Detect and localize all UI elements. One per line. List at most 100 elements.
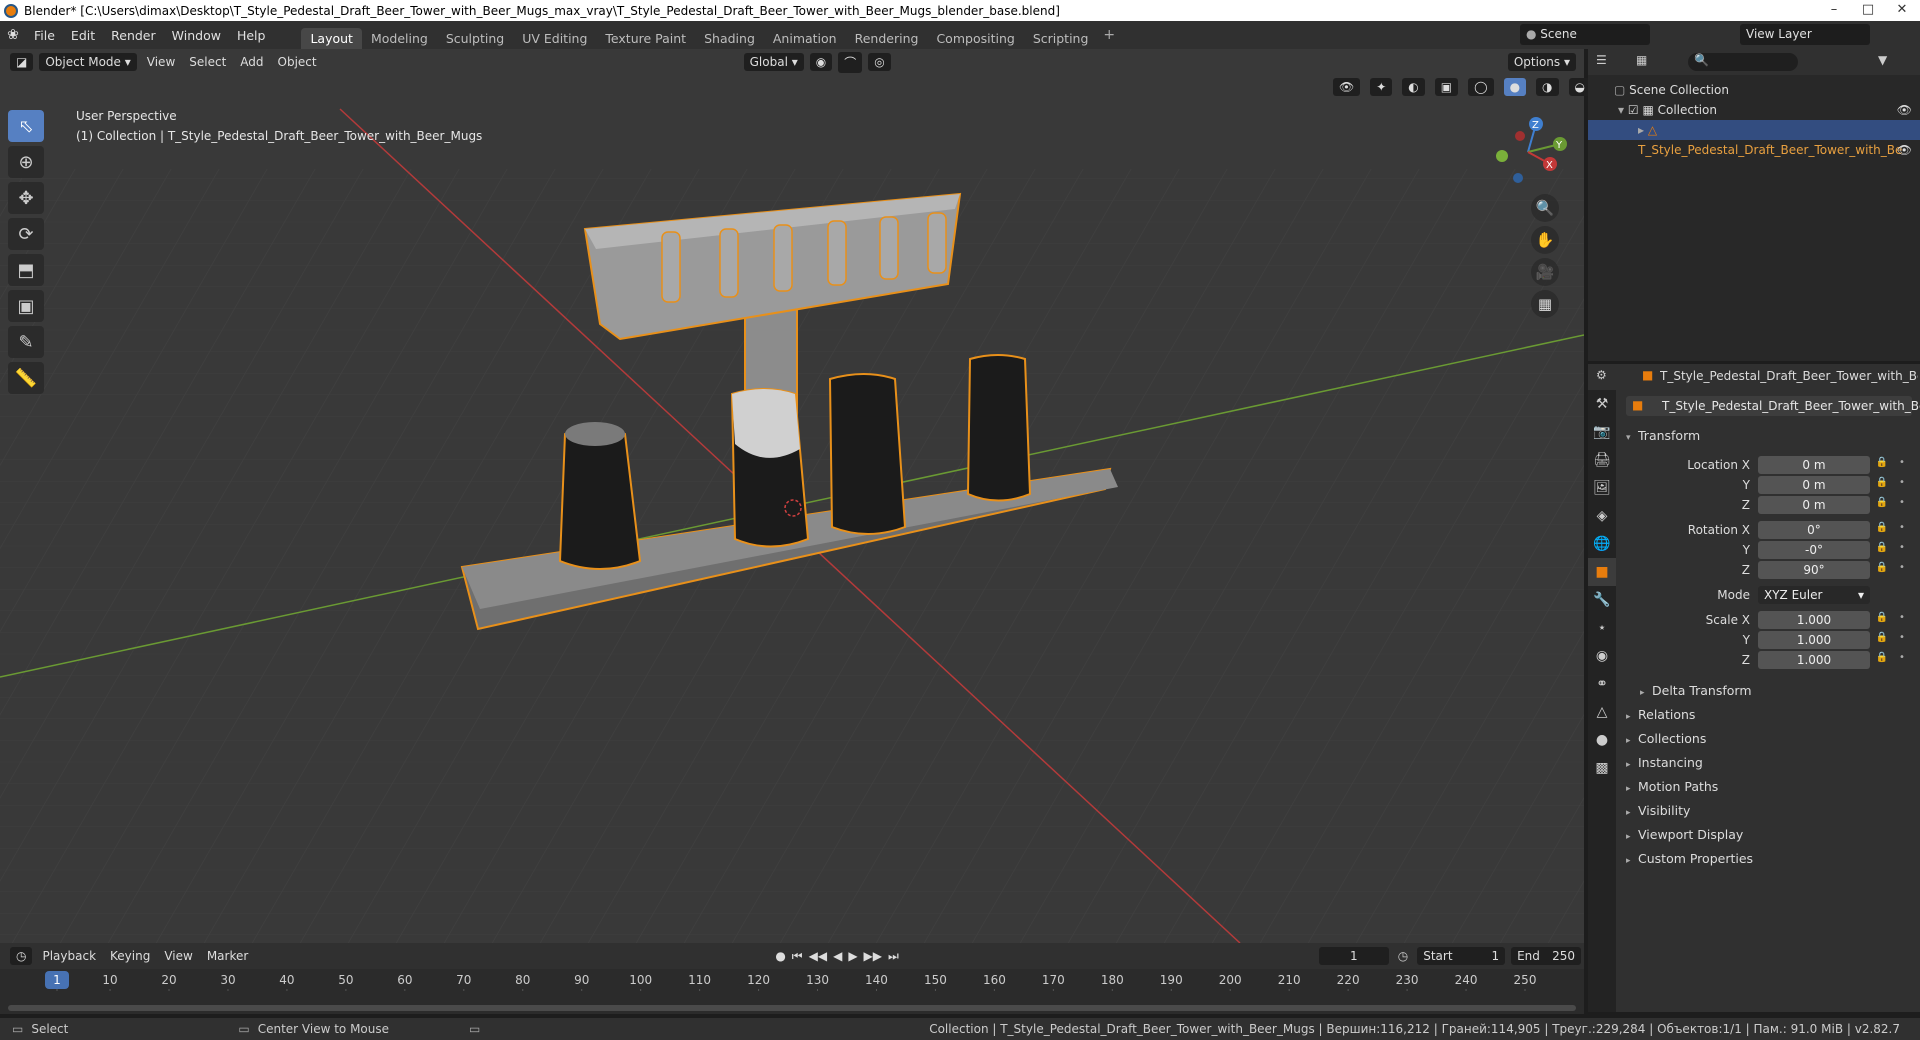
- rotation-z-field[interactable]: 90°: [1758, 561, 1870, 579]
- scene-tab-icon[interactable]: ◈: [1588, 502, 1616, 530]
- viewport-canvas[interactable]: [0, 49, 1584, 943]
- menu-window[interactable]: Window: [164, 28, 229, 43]
- location-z-field[interactable]: 0 m: [1758, 496, 1870, 514]
- keyframe-dot-icon[interactable]: •: [1894, 457, 1910, 473]
- object-mode-dropdown[interactable]: Object Mode ▾: [39, 53, 137, 71]
- mesh-data-tab-icon[interactable]: △: [1588, 698, 1616, 726]
- maximize-button[interactable]: □: [1852, 0, 1884, 21]
- close-button[interactable]: ✕: [1886, 0, 1918, 21]
- tab-scripting[interactable]: Scripting: [1024, 28, 1098, 49]
- keyframe-dot-icon[interactable]: •: [1894, 522, 1910, 538]
- lock-icon[interactable]: 🔒: [1874, 522, 1890, 538]
- delta-transform-panel-header[interactable]: ▸ Delta Transform: [1640, 683, 1752, 698]
- annotate-tool-icon[interactable]: ✎: [8, 326, 44, 358]
- lock-icon[interactable]: 🔒: [1874, 632, 1890, 648]
- lock-icon[interactable]: 🔒: [1874, 457, 1890, 473]
- properties-editor-icon[interactable]: ⚙: [1596, 368, 1607, 382]
- transform-orientation-dropdown[interactable]: Global ▾: [743, 53, 804, 71]
- start-frame-field[interactable]: Start 1: [1417, 947, 1506, 965]
- record-icon[interactable]: ●: [775, 949, 785, 964]
- viewport-menu-select[interactable]: Select: [182, 53, 233, 71]
- lock-icon[interactable]: 🔒: [1874, 652, 1890, 668]
- timeline-ruler-canvas[interactable]: 1 10 20 30 40 50 60 70 80 90 100 110 120 130 140 150 160…: [0, 969, 1584, 991]
- tab-rendering[interactable]: Rendering: [846, 28, 928, 49]
- tab-shading[interactable]: Shading: [695, 28, 764, 49]
- ortho-grid-icon[interactable]: ▦: [1531, 290, 1559, 318]
- transform-panel-header[interactable]: ▾ Transform: [1626, 428, 1700, 443]
- keyframe-dot-icon[interactable]: •: [1894, 562, 1910, 578]
- tab-texture-paint[interactable]: Texture Paint: [596, 28, 695, 49]
- panel-visibility[interactable]: ▸ Visibility: [1626, 803, 1690, 818]
- jump-start-icon[interactable]: ⏮: [792, 949, 803, 964]
- keyframe-dot-icon[interactable]: •: [1894, 652, 1910, 668]
- menu-help[interactable]: Help: [229, 28, 274, 43]
- select-box-tool-icon[interactable]: ⬁: [8, 110, 44, 142]
- lock-icon[interactable]: 🔒: [1874, 612, 1890, 628]
- move-tool-icon[interactable]: ✥: [8, 182, 44, 214]
- viewport-menu-add[interactable]: Add: [233, 53, 270, 71]
- render-tab-icon[interactable]: 📷: [1588, 418, 1616, 446]
- lock-icon[interactable]: 🔒: [1874, 562, 1890, 578]
- particles-tab-icon[interactable]: ⋆: [1588, 614, 1616, 642]
- object-name-field[interactable]: ■ T_Style_Pedestal_Draft_Beer_Tower_with…: [1626, 396, 1920, 416]
- output-tab-icon[interactable]: 🖨: [1588, 446, 1616, 474]
- timeline-scrollbar[interactable]: [8, 1005, 1576, 1011]
- constraints-tab-icon[interactable]: ⚭: [1588, 670, 1616, 698]
- filter-icon[interactable]: ▼: [1878, 53, 1887, 67]
- wireframe-shading-icon[interactable]: ◯: [1468, 78, 1494, 96]
- timeline-ruler[interactable]: 1 10 20 30 40 50 60 70 80 90 100 110 120 130 140 150 160…: [0, 969, 1584, 991]
- navigation-gizmo[interactable]: Z Y X: [1488, 112, 1568, 192]
- minimize-button[interactable]: –: [1818, 0, 1850, 21]
- blender-menu-icon[interactable]: ❀: [0, 27, 26, 43]
- rotation-x-field[interactable]: 0°: [1758, 521, 1870, 539]
- panel-collections[interactable]: ▸ Collections: [1626, 731, 1706, 746]
- outliner-collection[interactable]: ▾ ☑ ▦ Collection 👁: [1588, 100, 1920, 120]
- 3d-viewport[interactable]: [0, 49, 1584, 943]
- timeline-menu-keying[interactable]: Keying: [103, 947, 157, 965]
- timeline-menu-view[interactable]: View: [157, 947, 199, 965]
- prev-keyframe-icon[interactable]: ◀◀: [809, 949, 827, 964]
- camera-view-icon[interactable]: 🎥: [1531, 258, 1559, 286]
- visibility-icon[interactable]: 👁: [1333, 78, 1361, 96]
- location-y-field[interactable]: 0 m: [1758, 476, 1870, 494]
- panel-relations[interactable]: ▸ Relations: [1626, 707, 1695, 722]
- keyframe-dot-icon[interactable]: •: [1894, 542, 1910, 558]
- tab-animation[interactable]: Animation: [764, 28, 846, 49]
- panel-motion-paths[interactable]: ▸ Motion Paths: [1626, 779, 1718, 794]
- outliner-scene-collection[interactable]: ▢ Scene Collection: [1588, 80, 1920, 100]
- outliner-object-row[interactable]: ▸ △ T_Style_Pedestal_Draft_Beer_Tower_wi…: [1588, 120, 1920, 157]
- menu-edit[interactable]: Edit: [63, 28, 103, 43]
- xray-toggle-icon[interactable]: ▣: [1434, 78, 1459, 96]
- eye-icon[interactable]: 👁: [1897, 140, 1912, 160]
- play-icon[interactable]: ▶: [848, 949, 857, 964]
- timeline-menu-marker[interactable]: Marker: [200, 947, 255, 965]
- tool-tab-icon[interactable]: ⚒: [1588, 390, 1616, 418]
- keyframe-dot-icon[interactable]: •: [1894, 497, 1910, 513]
- pan-hand-icon[interactable]: ✋: [1531, 226, 1559, 254]
- display-mode-icon[interactable]: ▦: [1636, 53, 1647, 67]
- play-reverse-icon[interactable]: ◀: [833, 949, 842, 964]
- outliner-editor-icon[interactable]: ☰: [1596, 53, 1607, 67]
- physics-tab-icon[interactable]: ◉: [1588, 642, 1616, 670]
- panel-custom-properties[interactable]: ▸ Custom Properties: [1626, 851, 1753, 866]
- options-dropdown[interactable]: Options ▾: [1507, 53, 1576, 71]
- scene-selector[interactable]: ● Scene: [1520, 24, 1650, 45]
- solid-shading-icon[interactable]: ●: [1503, 78, 1527, 96]
- lock-icon[interactable]: 🔒: [1874, 497, 1890, 513]
- keyframe-dot-icon[interactable]: •: [1894, 477, 1910, 493]
- texture-tab-icon[interactable]: ▩: [1588, 754, 1616, 782]
- tab-uv-editing[interactable]: UV Editing: [513, 28, 596, 49]
- scale-x-field[interactable]: 1.000: [1758, 611, 1870, 629]
- transform-tool-icon[interactable]: ▣: [8, 290, 44, 322]
- tab-compositing[interactable]: Compositing: [927, 28, 1023, 49]
- expand-icon[interactable]: ▾: [1618, 103, 1624, 117]
- timeline-menu-playback[interactable]: Playback: [35, 947, 103, 965]
- lock-icon[interactable]: 🔒: [1874, 477, 1890, 493]
- clock-icon[interactable]: ◷: [1398, 949, 1408, 963]
- proportional-editing-icon[interactable]: ◎: [868, 53, 891, 71]
- menu-render[interactable]: Render: [103, 28, 164, 43]
- eye-icon[interactable]: 👁: [1897, 100, 1912, 120]
- material-tab-icon[interactable]: ●: [1588, 726, 1616, 754]
- gizmo-toggle-icon[interactable]: ✦: [1370, 78, 1393, 96]
- menu-file[interactable]: File: [26, 28, 63, 43]
